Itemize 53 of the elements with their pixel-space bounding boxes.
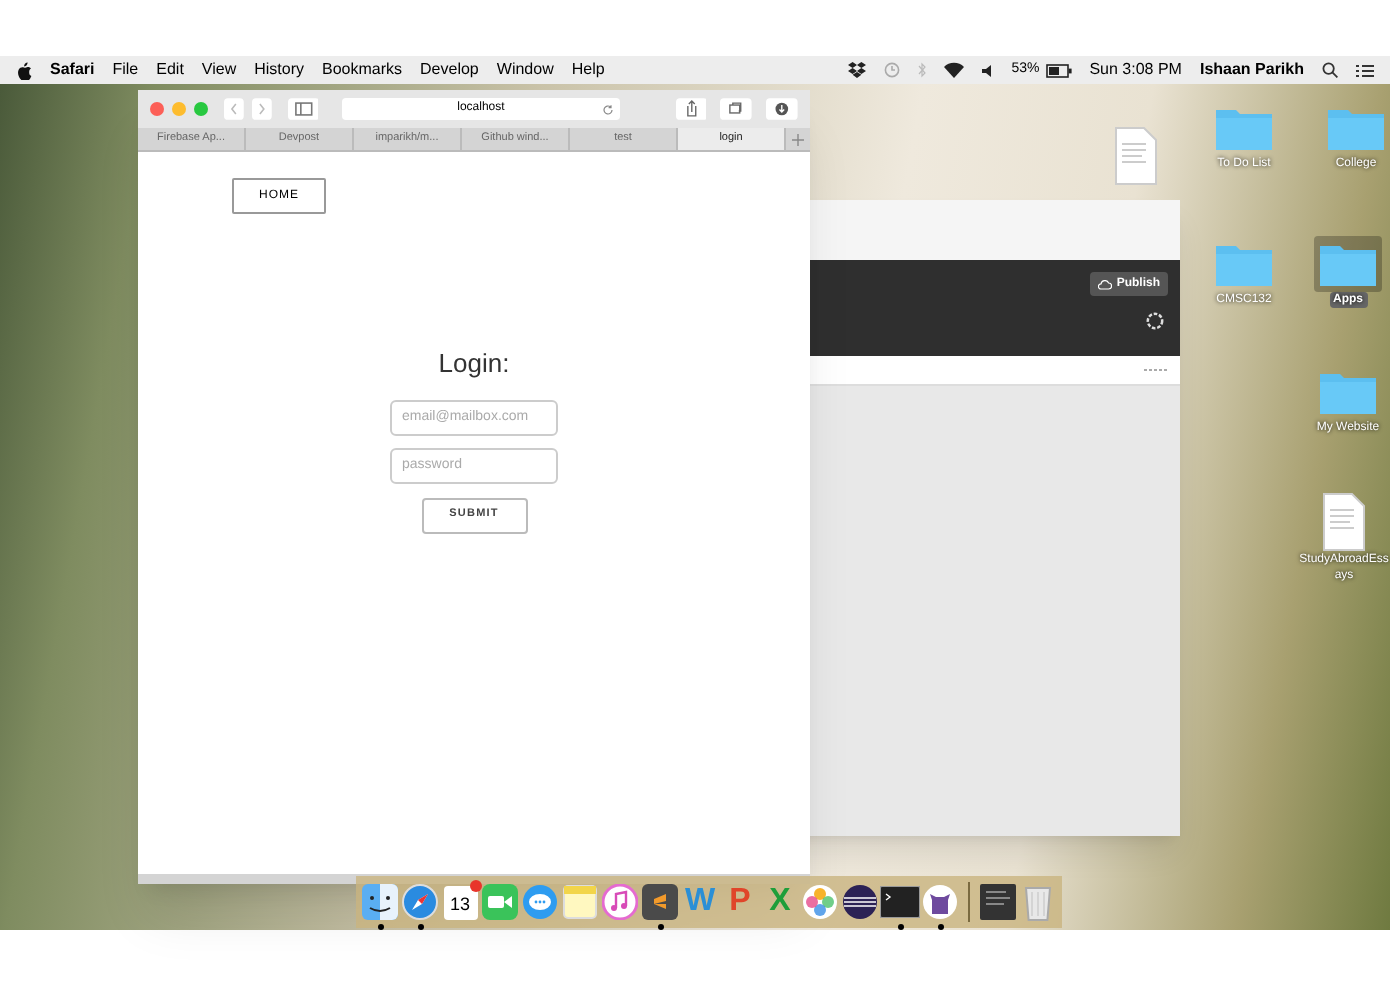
zoom-icon[interactable] xyxy=(193,102,208,116)
menu-item[interactable]: Develop xyxy=(420,58,479,82)
reload-icon[interactable] xyxy=(601,103,614,115)
tabs-icon[interactable] xyxy=(720,98,753,120)
menu-item[interactable]: Bookmarks xyxy=(322,58,403,82)
code-editor-icon[interactable] xyxy=(642,884,678,920)
running-indicator-icon xyxy=(897,924,903,930)
striped-sphere-icon[interactable] xyxy=(842,884,878,920)
search-icon[interactable] xyxy=(1322,62,1338,78)
video-call-icon[interactable] xyxy=(482,884,518,920)
menu-item[interactable]: History xyxy=(254,58,305,82)
menu-item[interactable]: Help xyxy=(571,58,605,82)
spinner-icon xyxy=(1146,312,1164,330)
wifi-icon[interactable] xyxy=(943,62,964,78)
document-icon[interactable] xyxy=(1320,492,1368,552)
document-window-icon[interactable] xyxy=(980,884,1016,920)
battery-icon[interactable] xyxy=(1045,63,1072,77)
bluetooth-icon[interactable] xyxy=(917,62,926,78)
new-tab-icon[interactable] xyxy=(792,133,804,145)
back-icon[interactable] xyxy=(223,98,244,120)
app-menu[interactable]: Safari xyxy=(50,58,95,82)
dropbox-icon[interactable] xyxy=(847,62,866,78)
menu-item[interactable]: Edit xyxy=(156,58,184,82)
menu-item[interactable]: View xyxy=(201,58,237,82)
dock-divider xyxy=(968,882,970,922)
login-heading: Login: xyxy=(438,346,510,382)
share-icon[interactable] xyxy=(675,98,707,120)
apple-menu-icon[interactable] xyxy=(16,61,32,79)
menu-item[interactable]: Window xyxy=(496,58,554,82)
running-indicator-icon xyxy=(937,924,943,930)
folder-icon[interactable] xyxy=(1314,236,1382,292)
sidebar-icon[interactable] xyxy=(287,98,319,120)
download-icon[interactable] xyxy=(766,98,798,120)
user-name[interactable]: Ishaan Parikh xyxy=(1199,58,1304,82)
music-note-icon[interactable] xyxy=(602,884,638,920)
chat-bubble-icon[interactable] xyxy=(522,884,558,920)
menu-icon[interactable] xyxy=(1356,63,1374,77)
notepad-icon[interactable] xyxy=(562,884,598,920)
terminal-icon[interactable] xyxy=(880,886,920,918)
trash-icon[interactable] xyxy=(1022,882,1054,922)
running-indicator-icon xyxy=(417,924,423,930)
volume-icon[interactable] xyxy=(981,63,994,77)
running-indicator-icon xyxy=(657,924,663,930)
clock[interactable]: Sun 3:08 PM xyxy=(1089,58,1182,82)
running-indicator-icon xyxy=(377,924,383,930)
calendar-icon[interactable]: 13 xyxy=(443,885,477,919)
menu-item[interactable]: File xyxy=(112,58,139,82)
octocat-icon[interactable] xyxy=(922,884,958,920)
clock-icon[interactable] xyxy=(883,62,900,78)
cloud-icon xyxy=(1098,279,1113,289)
finder-icon[interactable] xyxy=(362,884,398,920)
forward-icon[interactable] xyxy=(251,98,272,120)
close-icon[interactable] xyxy=(150,102,164,116)
